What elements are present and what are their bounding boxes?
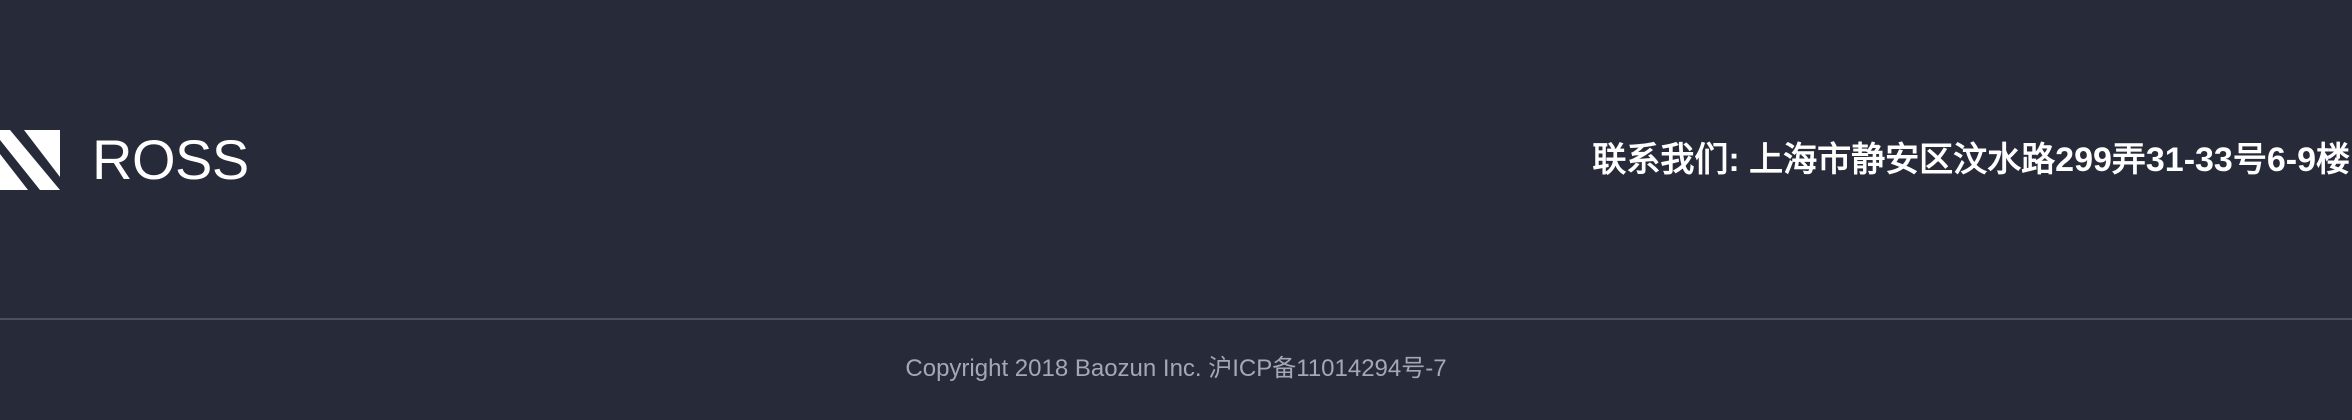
footer-top-row: ROSS 联系我们: 上海市静安区汶水路299弄31-33号6-9楼 [0,0,2352,318]
brand-name: ROSS [92,128,249,191]
footer-divider [0,318,2352,320]
copyright-text: Copyright 2018 Baozun Inc. 沪ICP备11014294… [905,355,1447,382]
brand[interactable]: ROSS [0,128,249,192]
contact-address: 联系我们: 上海市静安区汶水路299弄31-33号6-9楼 [1592,141,2350,179]
site-footer: ROSS 联系我们: 上海市静安区汶水路299弄31-33号6-9楼 Copyr… [0,0,2352,420]
diagonal-slash-logo-icon [0,130,60,190]
